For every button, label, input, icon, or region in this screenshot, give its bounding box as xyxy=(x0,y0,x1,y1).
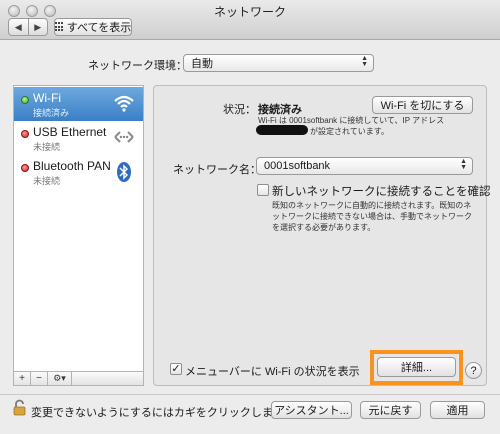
ask-to-join-checkbox[interactable] xyxy=(257,184,269,196)
window-titlebar: ネットワーク ◀ ▶ すべてを表示 xyxy=(0,0,500,40)
advanced-button[interactable]: 詳細... xyxy=(377,357,456,377)
help-button[interactable]: ? xyxy=(465,362,482,379)
service-list-toolbar: + − ⚙▾ xyxy=(13,372,144,386)
lock-icon[interactable] xyxy=(13,399,26,416)
lock-hint-text: 変更できないようにするにはカギをクリックします。 xyxy=(31,407,294,419)
apply-button[interactable]: 適用 xyxy=(430,401,485,419)
chevron-updown-icon: ▲ ▼ xyxy=(361,55,368,68)
ethernet-arrows-icon xyxy=(114,131,134,143)
status-indicator-green xyxy=(21,96,29,104)
show-all-button[interactable]: すべてを表示 xyxy=(54,18,132,36)
service-item-usb-ethernet[interactable]: USB Ethernet 未接続 xyxy=(14,121,143,155)
service-name: USB Ethernet xyxy=(33,125,107,139)
remove-service-button[interactable]: − xyxy=(31,372,48,385)
status-indicator-red xyxy=(21,130,29,138)
forward-icon[interactable]: ▶ xyxy=(29,19,48,35)
service-status: 接続済み xyxy=(33,108,70,118)
turn-wifi-off-button[interactable]: Wi-Fi を切にする xyxy=(372,96,473,114)
status-label: 状況： xyxy=(223,104,256,116)
footer-divider xyxy=(0,394,500,395)
wifi-icon xyxy=(114,95,134,112)
location-popup[interactable]: 自動 ▲ ▼ xyxy=(183,54,374,72)
revert-button[interactable]: 元に戻す xyxy=(360,401,421,419)
checkmark-icon: ✓ xyxy=(171,363,181,375)
location-value: 自動 xyxy=(191,58,213,70)
back-forward-control: ◀ ▶ xyxy=(8,18,48,36)
service-name: Wi-Fi xyxy=(33,91,61,105)
show-all-label: すべてを表示 xyxy=(66,22,132,34)
back-icon[interactable]: ◀ xyxy=(9,19,29,35)
gear-menu-button[interactable]: ⚙▾ xyxy=(48,372,72,385)
network-name-value: 0001softbank xyxy=(264,160,331,172)
service-item-wifi[interactable]: Wi-Fi 接続済み xyxy=(14,87,143,121)
show-in-menubar-label: メニューバーに Wi-Fi の状況を表示 xyxy=(185,366,360,378)
redacted-ip-address xyxy=(256,125,308,135)
assistant-button[interactable]: アシスタント... xyxy=(271,401,352,419)
network-name-popup[interactable]: 0001softbank ▲ ▼ xyxy=(256,157,473,175)
service-name: Bluetooth PAN xyxy=(33,159,111,173)
grid-icon xyxy=(54,22,63,32)
service-list: Wi-Fi 接続済み USB Ethernet 未接続 Bluetooth PA… xyxy=(13,85,144,372)
chevron-updown-icon: ▲ ▼ xyxy=(460,158,467,171)
add-service-button[interactable]: + xyxy=(14,372,31,385)
bluetooth-icon xyxy=(117,162,131,182)
location-label: ネットワーク環境： xyxy=(88,60,187,72)
service-item-bluetooth-pan[interactable]: Bluetooth PAN 未接続 xyxy=(14,155,143,189)
service-status: 未接続 xyxy=(33,176,61,186)
ask-to-join-description: 既知のネットワークに自動的に接続されます。既知のネットワークに接続できない場合は… xyxy=(272,201,472,232)
status-indicator-red xyxy=(21,164,29,172)
service-status: 未接続 xyxy=(33,142,61,152)
network-name-label: ネットワーク名： xyxy=(173,164,261,176)
ask-to-join-label: 新しいネットワークに接続することを確認 xyxy=(272,186,491,198)
status-description-line2: が設定されています。 xyxy=(310,127,389,136)
show-in-menubar-checkbox[interactable]: ✓ xyxy=(170,363,182,375)
